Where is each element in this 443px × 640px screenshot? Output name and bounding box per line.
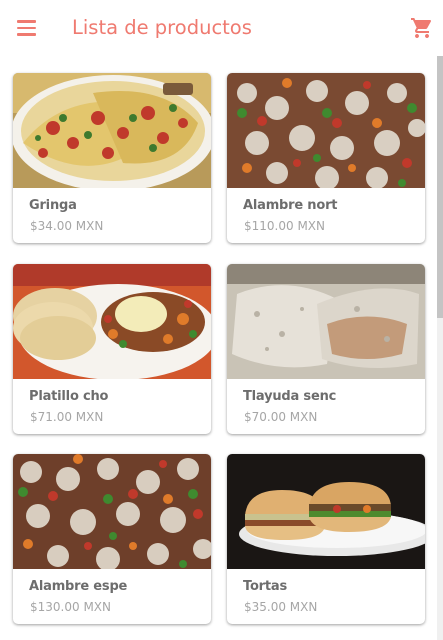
product-card[interactable]: Tlayuda senc $70.00 MXN [227,264,425,434]
product-card[interactable]: Gringa $34.00 MXN [13,73,211,243]
product-name: Tortas [243,579,288,594]
product-image [227,73,425,188]
scrollbar[interactable] [437,56,443,640]
product-name: Tlayuda senc [243,389,337,404]
product-grid: Gringa $34.00 MXN Alambre nort $110.00 M… [0,56,437,640]
shopping-cart-icon[interactable] [410,16,434,40]
product-image [13,264,211,379]
product-image [13,73,211,188]
product-image [227,454,425,569]
product-price: $34.00 MXN [30,219,104,233]
product-name: Platillo cho [29,389,109,404]
product-price: $130.00 MXN [30,600,111,614]
product-card[interactable]: Tortas $35.00 MXN [227,454,425,624]
product-image [13,454,211,569]
product-card[interactable]: Alambre nort $110.00 MXN [227,73,425,243]
product-name: Gringa [29,198,77,213]
app-bar: Lista de productos [0,0,443,56]
product-name: Alambre espe [29,579,128,594]
page-title: Lista de productos [72,16,252,39]
menu-icon[interactable] [16,17,38,39]
product-card[interactable]: Alambre espe $130.00 MXN [13,454,211,624]
product-card[interactable]: Platillo cho $71.00 MXN [13,264,211,434]
product-name: Alambre nort [243,198,338,213]
product-image [227,264,425,379]
product-price: $110.00 MXN [244,219,325,233]
product-price: $70.00 MXN [244,410,318,424]
product-price: $71.00 MXN [30,410,104,424]
scrollbar-thumb[interactable] [437,56,443,318]
product-price: $35.00 MXN [244,600,318,614]
